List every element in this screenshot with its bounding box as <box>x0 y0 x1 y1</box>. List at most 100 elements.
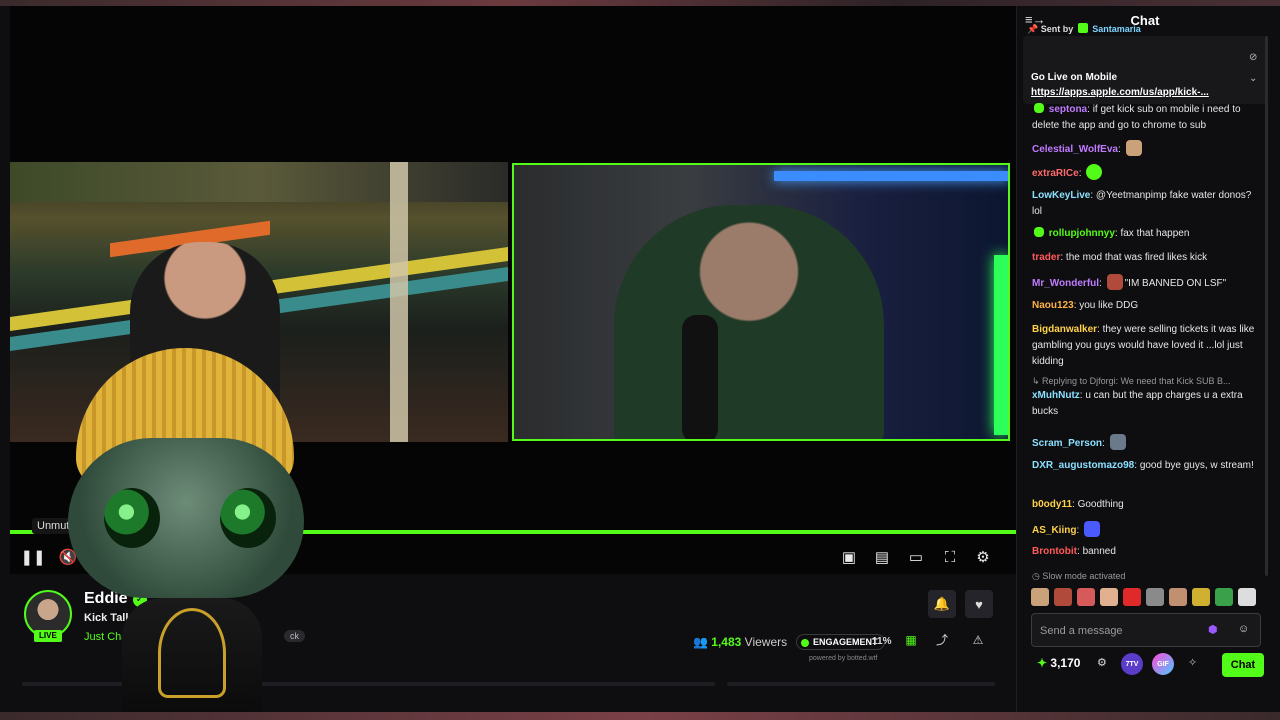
mini-player-icon[interactable]: ▭ <box>905 546 927 568</box>
background-strip-bottom <box>0 712 1280 720</box>
emoji-icon[interactable]: ☺ <box>1238 623 1249 635</box>
extension-icon[interactable]: ✧ <box>1188 656 1197 669</box>
chat-username[interactable]: AS_Kiing <box>1032 525 1076 536</box>
pin-icon: 📌 <box>1027 24 1039 34</box>
gif-button[interactable]: GIF <box>1152 653 1174 675</box>
chat-username[interactable]: rollupjohnnyy <box>1049 228 1115 239</box>
kick-coin-icon[interactable]: ⬢ <box>1208 623 1218 636</box>
emote-icon[interactable] <box>1192 588 1210 606</box>
powered-by-text[interactable]: powered by botted.wtf <box>809 655 878 662</box>
chat-message: AS_Kiing: <box>1032 521 1262 539</box>
chat-text: you like DDG <box>1079 300 1139 311</box>
subscriber-badge-icon <box>1034 103 1044 113</box>
slow-mode-text: Slow mode activated <box>1042 571 1126 581</box>
chat-username[interactable]: trader <box>1032 252 1060 263</box>
cat-emote-icon <box>1125 140 1142 156</box>
chat-settings-gear-icon[interactable]: ⚙ <box>1097 656 1107 669</box>
horizontal-scrollbar-secondary[interactable] <box>727 682 995 686</box>
fullscreen-icon[interactable]: ⛶ <box>939 546 961 568</box>
microphone <box>682 315 718 439</box>
chat-message: LowKeyLive: @Yeetmanpimp fake water dono… <box>1032 190 1252 217</box>
7tv-button[interactable]: 7TV <box>1121 653 1143 675</box>
viewers-label: Viewers <box>744 635 788 649</box>
reply-icon: ↳ <box>1032 376 1043 386</box>
chat-username[interactable]: LowKeyLive <box>1032 190 1090 201</box>
chat-username[interactable]: septona <box>1049 104 1087 115</box>
chat-message: b0ody11: Goodthing <box>1032 499 1124 510</box>
pinned-sent-by-label: Sent by <box>1040 24 1074 34</box>
emote-icon[interactable] <box>1077 588 1095 606</box>
chat-text: good bye guys, w stream! <box>1139 460 1254 471</box>
chat-text: "IM BANNED ON LSF" <box>1124 278 1227 289</box>
clock-icon: ◷ <box>1032 571 1043 581</box>
gold-emblem <box>158 608 226 698</box>
chat-username[interactable]: Brontobit <box>1032 546 1077 557</box>
emote-icon[interactable] <box>1169 588 1187 606</box>
chat-username[interactable]: extraRICe <box>1032 168 1079 179</box>
chat-username[interactable]: Bigdanwalker <box>1032 324 1097 335</box>
pinned-controls: ⊘ ⌄ <box>1249 52 1257 84</box>
emote-quick-bar <box>1031 588 1267 608</box>
emote-icon[interactable] <box>1215 588 1233 606</box>
pinned-link[interactable]: https://apps.apple.com/us/app/kick-... <box>1031 87 1241 98</box>
report-icon[interactable]: ⚠ <box>970 632 986 648</box>
chat-message: Brontobit: banned <box>1032 546 1116 557</box>
chat-input-box: ⬢ ☺ <box>1031 613 1261 647</box>
scene-ceiling <box>10 162 508 202</box>
share-icon[interactable]: ⤴ <box>934 632 950 648</box>
chat-message: extraRICe: <box>1032 164 1262 182</box>
pinned-title: Go Live on Mobile <box>1031 72 1118 83</box>
chat-username[interactable]: Naou123 <box>1032 300 1074 311</box>
app-root: Unmute (m) ❚❚ 🔇 ▣ ▤ ▭ ⛶ ⚙ LIVE Eddie ✓ K… <box>0 0 1280 720</box>
chat-message: Bigdanwalker: they were selling tickets … <box>1032 324 1255 367</box>
chevron-down-icon[interactable]: ⌄ <box>1249 73 1257 84</box>
emote-icon[interactable] <box>1100 588 1118 606</box>
stats-icon[interactable]: ▦ <box>903 632 919 648</box>
chat-text: the mod that was fired likes kick <box>1065 252 1208 263</box>
person-emote-icon <box>1109 434 1126 450</box>
reply-note[interactable]: ↳ Replying to Djforgi: We need that Kick… <box>1032 376 1230 387</box>
picture-in-picture-icon[interactable]: ▣ <box>838 546 860 568</box>
chat-message: Celestial_WolfEva: <box>1032 140 1262 158</box>
follow-heart-icon[interactable]: ♥ <box>965 590 993 618</box>
emote-icon[interactable] <box>1054 588 1072 606</box>
character-emote-icon <box>1106 274 1123 290</box>
emote-icon[interactable] <box>1146 588 1164 606</box>
green-blob-emote-icon <box>1086 164 1103 180</box>
viewer-count: 👥 1,483 Viewers <box>693 635 787 649</box>
viewers-icon: 👥 <box>693 635 712 649</box>
send-chat-button[interactable]: Chat <box>1222 653 1264 677</box>
chat-username[interactable]: xMuhNutz <box>1032 390 1080 401</box>
pause-icon[interactable]: ❚❚ <box>20 546 45 568</box>
chat-message-input[interactable] <box>1040 622 1200 640</box>
emote-icon[interactable] <box>1123 588 1141 606</box>
alien-eye-left <box>104 488 160 548</box>
chat-username[interactable]: b0ody11 <box>1032 499 1072 510</box>
gear-icon[interactable]: ⚙ <box>972 546 994 568</box>
hide-pin-icon[interactable]: ⊘ <box>1249 52 1257 63</box>
channel-points[interactable]: 3,170 <box>1037 656 1080 670</box>
notification-bell-icon[interactable]: 🔔 <box>928 590 956 618</box>
chat-scrollbar[interactable] <box>1265 36 1268 576</box>
right-camera-person <box>614 205 884 439</box>
chat-message: septona: if get kick sub on mobile i nee… <box>1032 103 1241 131</box>
neon-light-blue <box>774 171 1008 181</box>
chat-username[interactable]: Scram_Person <box>1032 438 1102 449</box>
pinned-user[interactable]: Santamaria <box>1092 24 1141 34</box>
emote-icon[interactable] <box>1031 588 1049 606</box>
emote-icon[interactable] <box>1238 588 1256 606</box>
chat-username[interactable]: Celestial_WolfEva <box>1032 144 1118 155</box>
theater-mode-icon[interactable]: ▤ <box>871 546 893 568</box>
chat-username[interactable]: Mr_Wonderful <box>1032 278 1099 289</box>
chat-username[interactable]: DXR_augustomazo98 <box>1032 460 1134 471</box>
engagement-percent: 11% <box>872 636 892 647</box>
subscriber-badge-icon <box>1034 227 1044 237</box>
chat-message: DXR_augustomazo98: good bye guys, w stre… <box>1032 460 1254 471</box>
moderator-badge-icon <box>1077 23 1088 33</box>
live-badge: LIVE <box>34 630 62 642</box>
chat-text: fax that happen <box>1120 228 1190 239</box>
reply-text: Replying to Djforgi: We need that Kick S… <box>1042 376 1231 386</box>
chat-text: banned <box>1082 546 1116 557</box>
chat-text: Goodthing <box>1077 499 1124 510</box>
pinned-sent-by: 📌 Sent by Santamaria <box>1027 23 1141 35</box>
